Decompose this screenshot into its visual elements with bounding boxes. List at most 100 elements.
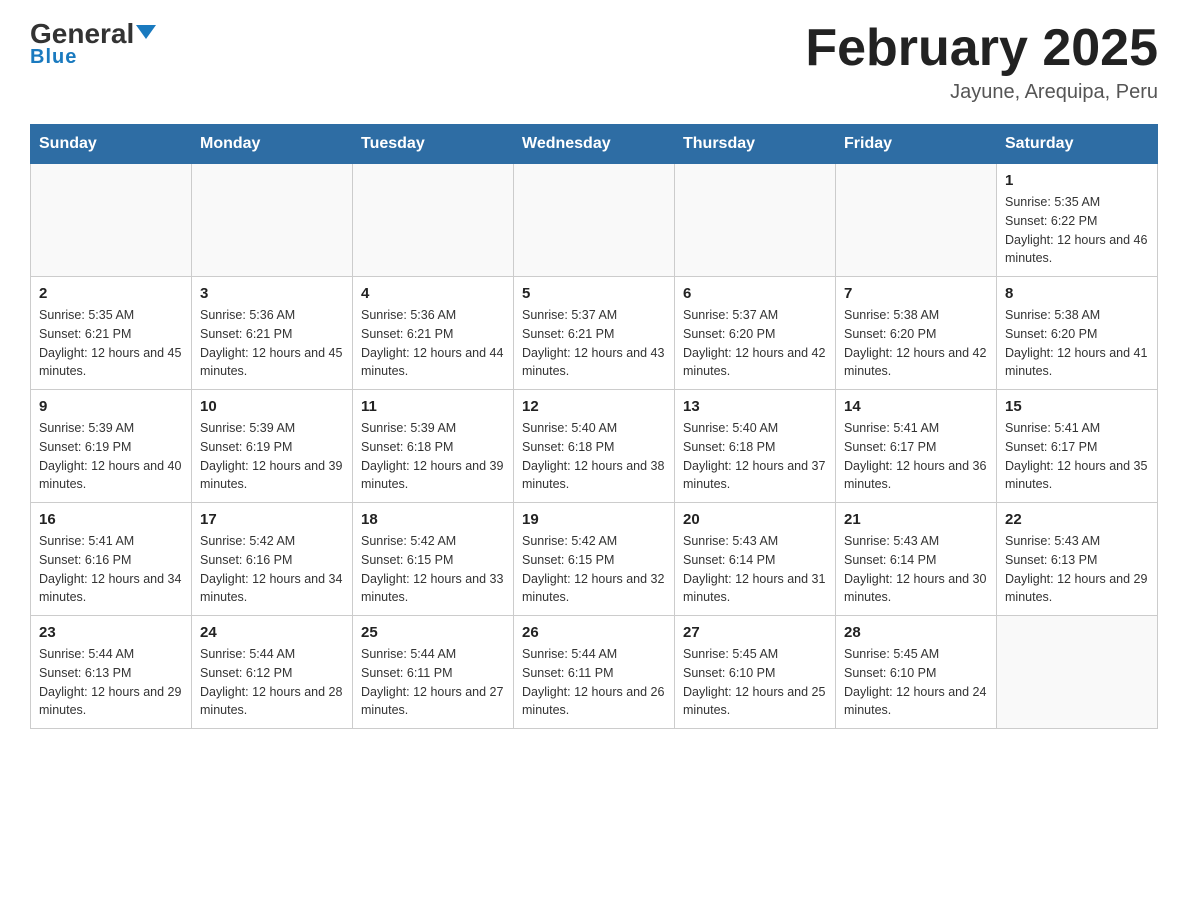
logo-blue: Blue (30, 46, 77, 69)
calendar-cell: 9 Sunrise: 5:39 AM Sunset: 6:19 PM Daylig… (31, 390, 192, 503)
calendar-cell: 18 Sunrise: 5:42 AM Sunset: 6:15 PM Dayli… (353, 503, 514, 616)
day-info: Sunrise: 5:44 AM Sunset: 6:13 PM Dayligh… (39, 645, 183, 720)
calendar-cell: 8Sunrise: 5:38 AM Sunset: 6:20 PM Daylig… (997, 277, 1158, 390)
calendar-cell: 11Sunrise: 5:39 AM Sunset: 6:18 PM Dayli… (353, 390, 514, 503)
logo-triangle-icon (136, 25, 156, 39)
day-header-friday: Friday (836, 125, 997, 164)
day-number: 10 (200, 398, 344, 415)
calendar-cell (514, 164, 675, 277)
calendar-cell: 22Sunrise: 5:43 AM Sunset: 6:13 PM Dayli… (997, 503, 1158, 616)
day-header-saturday: Saturday (997, 125, 1158, 164)
day-number: 13 (683, 398, 827, 415)
calendar-body: 1 Sunrise: 5:35 AM Sunset: 6:22 PM Daylig… (31, 164, 1158, 729)
day-number: 4 (361, 285, 505, 302)
day-info: Sunrise: 5:38 AM Sunset: 6:20 PM Dayligh… (844, 306, 988, 381)
calendar-cell: 5 Sunrise: 5:37 AM Sunset: 6:21 PM Daylig… (514, 277, 675, 390)
day-header-tuesday: Tuesday (353, 125, 514, 164)
day-info: Sunrise: 5:42 AM Sunset: 6:16 PM Dayligh… (200, 532, 344, 607)
calendar-cell: 7 Sunrise: 5:38 AM Sunset: 6:20 PM Daylig… (836, 277, 997, 390)
week-row-2: 2 Sunrise: 5:35 AM Sunset: 6:21 PM Daylig… (31, 277, 1158, 390)
days-of-week-row: SundayMondayTuesdayWednesdayThursdayFrid… (31, 125, 1158, 164)
day-info: Sunrise: 5:39 AM Sunset: 6:19 PM Dayligh… (39, 419, 183, 494)
day-info: Sunrise: 5:44 AM Sunset: 6:12 PM Dayligh… (200, 645, 344, 720)
day-number: 3 (200, 285, 344, 302)
day-info: Sunrise: 5:39 AM Sunset: 6:19 PM Dayligh… (200, 419, 344, 494)
week-row-5: 23 Sunrise: 5:44 AM Sunset: 6:13 PM Dayli… (31, 616, 1158, 729)
day-header-thursday: Thursday (675, 125, 836, 164)
calendar-cell (192, 164, 353, 277)
calendar-cell: 10 Sunrise: 5:39 AM Sunset: 6:19 PM Dayli… (192, 390, 353, 503)
calendar-cell: 26 Sunrise: 5:44 AM Sunset: 6:11 PM Dayli… (514, 616, 675, 729)
day-number: 24 (200, 624, 344, 641)
page-header: General Blue February 2025 Jayune, Arequ… (30, 20, 1158, 104)
day-number: 25 (361, 624, 505, 641)
day-number: 6 (683, 285, 827, 302)
day-info: Sunrise: 5:42 AM Sunset: 6:15 PM Dayligh… (522, 532, 666, 607)
day-info: Sunrise: 5:44 AM Sunset: 6:11 PM Dayligh… (361, 645, 505, 720)
calendar-cell: 15 Sunrise: 5:41 AM Sunset: 6:17 PM Dayli… (997, 390, 1158, 503)
calendar-cell (353, 164, 514, 277)
day-info: Sunrise: 5:36 AM Sunset: 6:21 PM Dayligh… (361, 306, 505, 381)
calendar-cell: 16 Sunrise: 5:41 AM Sunset: 6:16 PM Dayli… (31, 503, 192, 616)
logo-general: General (30, 20, 156, 48)
calendar-cell: 27 Sunrise: 5:45 AM Sunset: 6:10 PM Dayli… (675, 616, 836, 729)
calendar-header: SundayMondayTuesdayWednesdayThursdayFrid… (31, 125, 1158, 164)
day-number: 19 (522, 511, 666, 528)
day-number: 26 (522, 624, 666, 641)
calendar-cell: 28Sunrise: 5:45 AM Sunset: 6:10 PM Dayli… (836, 616, 997, 729)
day-info: Sunrise: 5:38 AM Sunset: 6:20 PM Dayligh… (1005, 306, 1149, 381)
calendar-cell: 25 Sunrise: 5:44 AM Sunset: 6:11 PM Dayli… (353, 616, 514, 729)
week-row-3: 9 Sunrise: 5:39 AM Sunset: 6:19 PM Daylig… (31, 390, 1158, 503)
day-number: 15 (1005, 398, 1149, 415)
day-number: 17 (200, 511, 344, 528)
day-info: Sunrise: 5:40 AM Sunset: 6:18 PM Dayligh… (522, 419, 666, 494)
day-info: Sunrise: 5:45 AM Sunset: 6:10 PM Dayligh… (683, 645, 827, 720)
calendar-table: SundayMondayTuesdayWednesdayThursdayFrid… (30, 124, 1158, 729)
calendar-cell: 21Sunrise: 5:43 AM Sunset: 6:14 PM Dayli… (836, 503, 997, 616)
day-number: 27 (683, 624, 827, 641)
day-info: Sunrise: 5:40 AM Sunset: 6:18 PM Dayligh… (683, 419, 827, 494)
calendar-cell: 14Sunrise: 5:41 AM Sunset: 6:17 PM Dayli… (836, 390, 997, 503)
calendar-cell: 12 Sunrise: 5:40 AM Sunset: 6:18 PM Dayli… (514, 390, 675, 503)
day-info: Sunrise: 5:37 AM Sunset: 6:20 PM Dayligh… (683, 306, 827, 381)
calendar-cell: 13 Sunrise: 5:40 AM Sunset: 6:18 PM Dayli… (675, 390, 836, 503)
day-info: Sunrise: 5:36 AM Sunset: 6:21 PM Dayligh… (200, 306, 344, 381)
day-number: 22 (1005, 511, 1149, 528)
day-info: Sunrise: 5:41 AM Sunset: 6:17 PM Dayligh… (1005, 419, 1149, 494)
calendar-cell (675, 164, 836, 277)
day-number: 18 (361, 511, 505, 528)
day-number: 9 (39, 398, 183, 415)
calendar-cell: 23 Sunrise: 5:44 AM Sunset: 6:13 PM Dayli… (31, 616, 192, 729)
day-number: 2 (39, 285, 183, 302)
day-info: Sunrise: 5:45 AM Sunset: 6:10 PM Dayligh… (844, 645, 988, 720)
day-header-wednesday: Wednesday (514, 125, 675, 164)
calendar-cell: 24 Sunrise: 5:44 AM Sunset: 6:12 PM Dayli… (192, 616, 353, 729)
calendar-cell (836, 164, 997, 277)
day-number: 11 (361, 398, 505, 415)
day-number: 16 (39, 511, 183, 528)
day-info: Sunrise: 5:41 AM Sunset: 6:16 PM Dayligh… (39, 532, 183, 607)
location: Jayune, Arequipa, Peru (805, 81, 1158, 104)
day-header-monday: Monday (192, 125, 353, 164)
calendar-cell: 19 Sunrise: 5:42 AM Sunset: 6:15 PM Dayli… (514, 503, 675, 616)
calendar-cell: 20Sunrise: 5:43 AM Sunset: 6:14 PM Dayli… (675, 503, 836, 616)
day-info: Sunrise: 5:35 AM Sunset: 6:21 PM Dayligh… (39, 306, 183, 381)
month-title: February 2025 (805, 20, 1158, 77)
logo: General Blue (30, 20, 156, 69)
day-header-sunday: Sunday (31, 125, 192, 164)
day-info: Sunrise: 5:42 AM Sunset: 6:15 PM Dayligh… (361, 532, 505, 607)
day-number: 1 (1005, 172, 1149, 189)
title-block: February 2025 Jayune, Arequipa, Peru (805, 20, 1158, 104)
day-number: 12 (522, 398, 666, 415)
day-number: 5 (522, 285, 666, 302)
calendar-cell (31, 164, 192, 277)
day-info: Sunrise: 5:43 AM Sunset: 6:14 PM Dayligh… (683, 532, 827, 607)
day-info: Sunrise: 5:44 AM Sunset: 6:11 PM Dayligh… (522, 645, 666, 720)
day-info: Sunrise: 5:35 AM Sunset: 6:22 PM Dayligh… (1005, 193, 1149, 268)
day-number: 7 (844, 285, 988, 302)
day-info: Sunrise: 5:37 AM Sunset: 6:21 PM Dayligh… (522, 306, 666, 381)
calendar-cell: 3 Sunrise: 5:36 AM Sunset: 6:21 PM Daylig… (192, 277, 353, 390)
calendar-cell (997, 616, 1158, 729)
day-number: 14 (844, 398, 988, 415)
day-number: 23 (39, 624, 183, 641)
